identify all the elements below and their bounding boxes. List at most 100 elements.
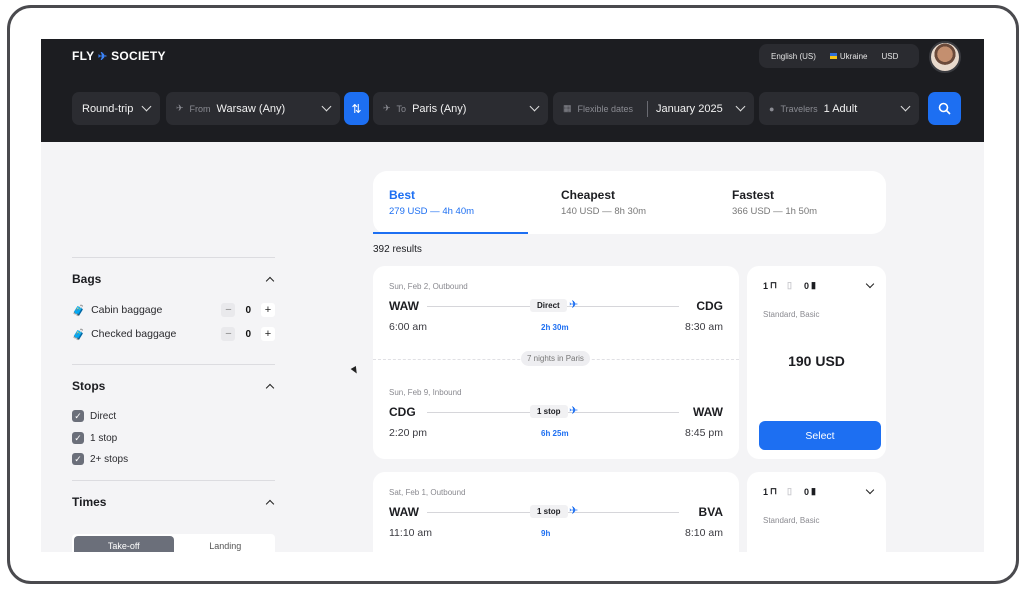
locale-selector[interactable]: English (US) Ukraine USD	[759, 44, 919, 68]
cabin-baggage-label: Cabin baggage	[91, 304, 163, 316]
increment-button[interactable]: +	[261, 327, 275, 341]
chevron-down-icon	[865, 485, 875, 495]
landing-tab[interactable]: Landing	[176, 534, 276, 552]
times-row: 2:20 pm 6h 25m 8:45 pm	[389, 427, 723, 441]
checked-baggage-label: Checked baggage	[91, 328, 177, 340]
cabin-bag-count: 1	[763, 486, 769, 497]
decrement-button[interactable]: −	[221, 327, 236, 341]
increment-button[interactable]: +	[261, 303, 275, 317]
checked-bag-icon: ▮	[811, 486, 816, 496]
destination-code: WAW	[693, 405, 723, 419]
destination-code: BVA	[698, 505, 723, 519]
stops-section-header[interactable]: Stops	[72, 379, 275, 393]
checkbox-checked-icon: ✓	[72, 432, 84, 444]
departure-time: 2:20 pm	[389, 427, 427, 439]
sort-tab-fastest[interactable]: Fastest 366 USD — 1h 50m	[732, 188, 817, 217]
takeoff-icon: ✈	[176, 103, 184, 113]
stop-option-1-stop[interactable]: ✓ 1 stop	[72, 432, 117, 444]
app: FLY ✈ SOCIETY English (US) Ukraine USD R…	[41, 39, 984, 552]
plane-logo-icon: ✈	[97, 51, 108, 63]
bags-section-header[interactable]: Bags	[72, 272, 275, 286]
landing-icon: ✈	[383, 103, 391, 113]
baggage-summary[interactable]: 1 ⊓ ▯ 0 ▮	[763, 279, 875, 291]
cabin-baggage-count: 0	[245, 304, 251, 316]
leg-date: Sun, Feb 9, Inbound	[389, 388, 462, 397]
trip-type-select[interactable]: Round-trip	[72, 92, 160, 125]
leg-date: Sun, Feb 2, Outbound	[389, 282, 468, 291]
origin-code: WAW	[389, 299, 419, 313]
price-card: 1 ⊓ ▯ 0 ▮ Standard, Basic	[747, 472, 886, 552]
route: WAW Direct ✈ CDG	[389, 299, 723, 317]
divider	[647, 100, 649, 117]
search-icon	[938, 102, 951, 115]
cabin-bag-icon: ⊓	[770, 486, 778, 496]
dates-label: Flexible dates	[577, 103, 634, 114]
search-button[interactable]	[928, 92, 961, 125]
avatar[interactable]	[929, 41, 961, 73]
fare-type: Standard, Basic	[763, 516, 820, 525]
decrement-button[interactable]: −	[221, 303, 236, 317]
to-label: To	[396, 103, 407, 114]
mouse-cursor-icon	[350, 365, 360, 376]
travelers-field[interactable]: ● Travelers 1 Adult	[759, 92, 919, 125]
flight-duration: 2h 30m	[541, 323, 569, 332]
personal-item-icon: ▯	[787, 486, 792, 496]
divider	[72, 364, 275, 365]
takeoff-tab[interactable]: Take-off	[74, 536, 174, 552]
checkbox-checked-icon: ✓	[72, 410, 84, 422]
destination-code: CDG	[696, 299, 723, 313]
checked-bag-icon: 🧳	[72, 328, 86, 341]
logo-text-right: SOCIETY	[111, 49, 166, 63]
cabin-bag-icon: ⊓	[770, 280, 778, 290]
ukraine-flag-icon	[829, 53, 837, 60]
chevron-up-icon	[265, 499, 275, 508]
chevron-down-icon	[865, 279, 875, 289]
arrival-time: 8:30 am	[685, 321, 723, 333]
travelers-value: 1 Adult	[823, 102, 858, 115]
stop-option-label: 2+ stops	[90, 453, 129, 465]
from-field[interactable]: ✈ From Warsaw (Any)	[166, 92, 340, 125]
flight-duration: 6h 25m	[541, 429, 569, 438]
price-card: 1 ⊓ ▯ 0 ▮ Standard, Basic 190 USD Select	[747, 266, 886, 459]
sort-tab-best[interactable]: Best 279 USD — 4h 40m	[389, 188, 474, 217]
leg-date: Sat, Feb 1, Outbound	[389, 488, 466, 497]
route: WAW 1 stop ✈ BVA	[389, 505, 723, 523]
header: FLY ✈ SOCIETY English (US) Ukraine USD R…	[41, 39, 984, 142]
flight-card[interactable]: Sat, Feb 1, Outbound WAW 1 stop ✈ BVA 11…	[373, 472, 739, 552]
times-toggle: Take-off Landing	[72, 534, 275, 552]
sort-tab-label: Best	[389, 188, 416, 202]
sort-tab-label: Fastest	[732, 188, 775, 202]
person-icon: ●	[769, 103, 775, 114]
cabin-bag-icon: 🧳	[72, 304, 86, 317]
stop-option-2-plus[interactable]: ✓ 2+ stops	[72, 453, 128, 465]
chevron-down-icon	[529, 101, 540, 112]
sort-tab-detail: 366 USD — 1h 50m	[732, 206, 818, 217]
logo-text-left: FLY	[72, 49, 95, 63]
departure-time: 11:10 am	[389, 527, 432, 539]
stops-badge: 1 stop	[530, 405, 568, 418]
flight-card[interactable]: Sun, Feb 2, Outbound WAW Direct ✈ CDG 6:…	[373, 266, 739, 459]
window-frame: FLY ✈ SOCIETY English (US) Ukraine USD R…	[7, 5, 1019, 584]
swap-button[interactable]: ⇅	[344, 92, 369, 125]
times-section-header[interactable]: Times	[72, 495, 275, 509]
origin-code: WAW	[389, 505, 419, 519]
baggage-summary[interactable]: 1 ⊓ ▯ 0 ▮	[763, 485, 875, 497]
select-button[interactable]: Select	[759, 421, 881, 450]
checked-bag-count: 0	[804, 486, 810, 497]
divider	[72, 257, 275, 258]
to-field[interactable]: ✈ To Paris (Any)	[373, 92, 548, 125]
dates-field[interactable]: ▦ Flexible dates January 2025	[553, 92, 754, 125]
logo[interactable]: FLY ✈ SOCIETY	[72, 49, 166, 63]
plane-icon: ✈	[569, 505, 579, 517]
arrival-time: 8:10 am	[685, 527, 723, 539]
to-value: Paris (Any)	[412, 102, 467, 115]
stop-option-direct[interactable]: ✓ Direct	[72, 410, 116, 422]
sort-tab-cheapest[interactable]: Cheapest 140 USD — 8h 30m	[561, 188, 646, 217]
inbound-leg: Sun, Feb 9, Inbound CDG 1 stop ✈ WAW 2:2…	[389, 388, 723, 441]
chevron-down-icon	[900, 101, 911, 112]
personal-item-icon: ▯	[787, 280, 792, 290]
checked-bag-count: 0	[804, 280, 810, 291]
departure-time: 6:00 am	[389, 321, 427, 333]
stay-badge: 7 nights in Paris	[521, 351, 590, 366]
from-label: From	[189, 103, 211, 114]
